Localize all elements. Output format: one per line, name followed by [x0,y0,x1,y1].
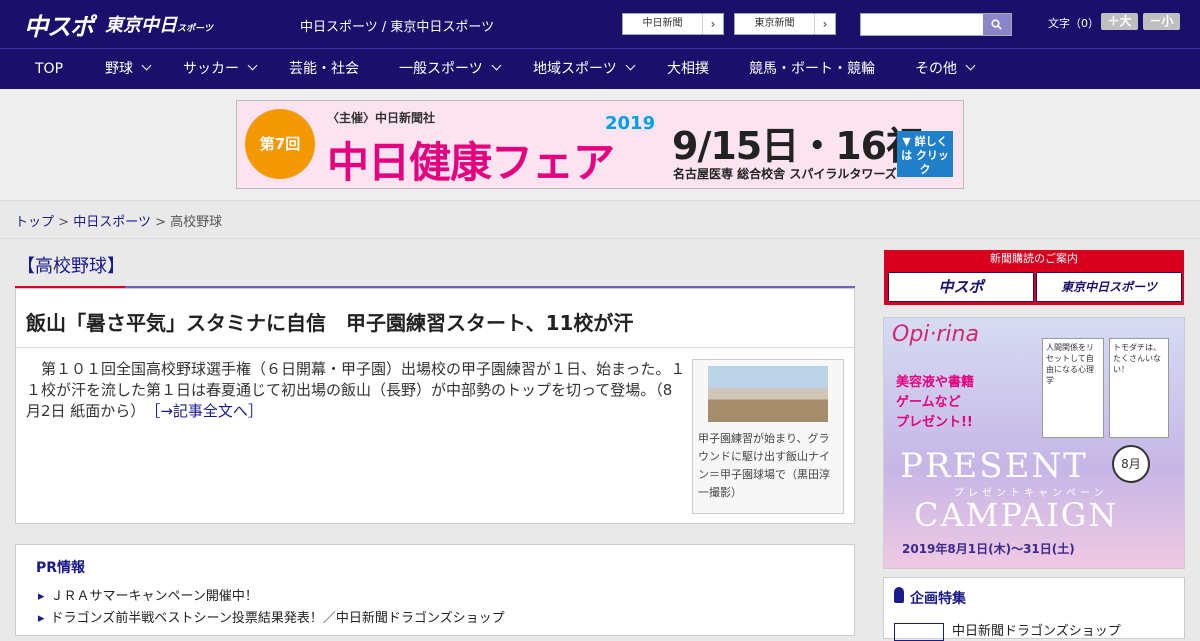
chevron-down-icon [965,60,976,71]
ad-book: トモダチは、たくさんいない！ [1109,338,1169,438]
font-larger-button[interactable]: ＋大 [1101,13,1138,30]
logo-chuspo[interactable]: 中スポ [24,7,94,42]
nav-item-top[interactable]: TOP [35,49,63,90]
article-headline[interactable]: 飯山「暑さ平気」スタミナに自信 甲子園練習スタート、11校が汗 [26,307,633,336]
ad-present-text: PRESENT [900,446,1088,486]
special-features-title: 企画特集 [910,591,966,607]
chevron-down-icon [141,60,152,71]
photo-caption: 甲子園練習が始まり、グラウンドに駆け出す飯山ナイン＝甲子園球場で（黒田淳一撮影） [698,432,830,499]
chevron-right-icon: › [814,14,835,34]
font-smaller-button[interactable]: －小 [1143,13,1180,30]
article-card: 飯山「暑さ平気」スタミナに自信 甲子園練習スタート、11校が汗 第１０１回全国高… [15,288,855,524]
ad-period: 2019年8月1日(木)〜31日(土) [902,542,1075,556]
subscription-header: 新聞購読のご案内 [990,252,1078,265]
ad-area: 第7回 〈主催〉中日新聞社 中日健康フェア 2019 9/15日・16祝 名古屋… [0,89,1200,201]
nav-item-baseball[interactable]: 野球 [105,49,152,90]
read-more-link[interactable]: ［→記事全文へ］ [153,402,263,420]
pr-link[interactable]: ドラゴンズ前半戦ベストシーン投票結果発表！／中日新聞ドラゴンズショップ [38,607,505,626]
ad-campaign-text: CAMPAIGN [914,496,1119,534]
ad-brand: Opi·rina [892,322,979,347]
article-lead: 第１０１回全国高校野球選手権（６日開幕・甲子園）出場校の甲子園練習が１日、始まっ… [26,360,686,420]
chevron-right-icon: › [702,14,723,34]
banner-detail-button[interactable]: ▼ 詳しくは クリック [897,131,953,177]
breadcrumb-chunichi-link[interactable]: 中日スポーツ [73,215,151,230]
ad-month-badge: 8月 [1112,445,1150,483]
font-size-label: 文字（0） [1048,17,1099,30]
banner-title: 中日健康フェア [327,138,615,187]
nav-item-entertainment[interactable]: 芸能・社会 [289,49,359,90]
banner-dates: 9/15日・16祝 [672,124,924,168]
breadcrumb: トップ > 中日スポーツ > 高校野球 [15,211,222,230]
ribbon-icon [894,587,904,603]
ad-copy: 美容液や書籍 ゲームなど プレゼント!! [896,375,975,430]
breadcrumb-separator: > [58,215,70,230]
subscribe-tokyo-link[interactable]: 東京中日スポーツ [1036,272,1182,302]
banner-sponsor: 〈主催〉中日新聞社 [327,111,436,125]
photo-image[interactable] [708,366,828,422]
chevron-down-icon [491,60,502,71]
breadcrumb-current: 高校野球 [170,215,223,230]
ad-book: 人間関係をリセットして自由になる心理学 [1042,338,1104,438]
tokyo-shimbun-button[interactable]: 東京新聞 › [734,13,836,35]
badge-7th: 第7回 [245,109,315,179]
site-title: 中日スポーツ / 東京中日スポーツ [300,20,495,35]
main-nav: TOP 野球 サッカー 芸能・社会 一般スポーツ 地域スポーツ 大相撲 競馬・ボ… [0,48,1200,90]
pr-link[interactable]: ＪＲＡサマーキャンペーン開催中！ [38,585,258,604]
chevron-down-icon [625,60,636,71]
divider [16,347,854,348]
nav-item-racing[interactable]: 競馬・ボート・競輪 [749,49,875,90]
header-bar: 中スポ 東京中日スポーツ 中日スポーツ / 東京中日スポーツ 中日新聞 › 東京… [0,0,1200,48]
feature-thumbnail [894,622,944,641]
pr-box: PR情報 ＪＲＡサマーキャンペーン開催中！ ドラゴンズ前半戦ベストシーン投票結果… [15,544,855,636]
search-icon [991,19,1002,30]
nav-item-other[interactable]: その他 [915,49,976,90]
nav-item-general-sports[interactable]: 一般スポーツ [399,49,502,90]
search-input[interactable] [861,14,987,33]
divider [0,238,1200,239]
search-box [860,13,1012,36]
breadcrumb-top-link[interactable]: トップ [15,215,54,230]
logo-tokyo-chunichi[interactable]: 東京中日スポーツ [105,11,213,37]
site-logo[interactable]: 中スポ 東京中日スポーツ [24,6,213,42]
search-button[interactable] [983,14,1011,35]
section-heading: 【高校野球】 [15,250,855,289]
breadcrumb-separator: > [155,215,166,230]
section-title: 【高校野球】 [17,256,125,277]
banner-year: 2019 [605,113,656,134]
nav-item-sumo[interactable]: 大相撲 [667,49,709,90]
chevron-down-icon [247,60,258,71]
nav-item-regional-sports[interactable]: 地域スポーツ [533,49,636,90]
banner-venue: 名古屋医専 総合校舎 スパイラルタワーズ [673,167,897,181]
special-feature-link[interactable]: 中日新聞ドラゴンズショップ [894,620,1121,641]
subscribe-chuspo-link[interactable]: 中スポ [888,272,1034,302]
pr-title: PR情報 [36,560,86,576]
nav-item-soccer[interactable]: サッカー [183,49,258,90]
health-fair-banner[interactable]: 第7回 〈主催〉中日新聞社 中日健康フェア 2019 9/15日・16祝 名古屋… [236,100,964,189]
chunichi-shimbun-button[interactable]: 中日新聞 › [622,13,724,35]
article-photo: 甲子園練習が始まり、グラウンドに駆け出す飯山ナイン＝甲子園球場で（黒田淳一撮影） [692,359,844,514]
present-campaign-ad[interactable]: Opi·rina 美容液や書籍 ゲームなど プレゼント!! 人間関係をリセットし… [883,317,1185,569]
subscription-box: 新聞購読のご案内 中スポ 東京中日スポーツ [884,250,1184,305]
